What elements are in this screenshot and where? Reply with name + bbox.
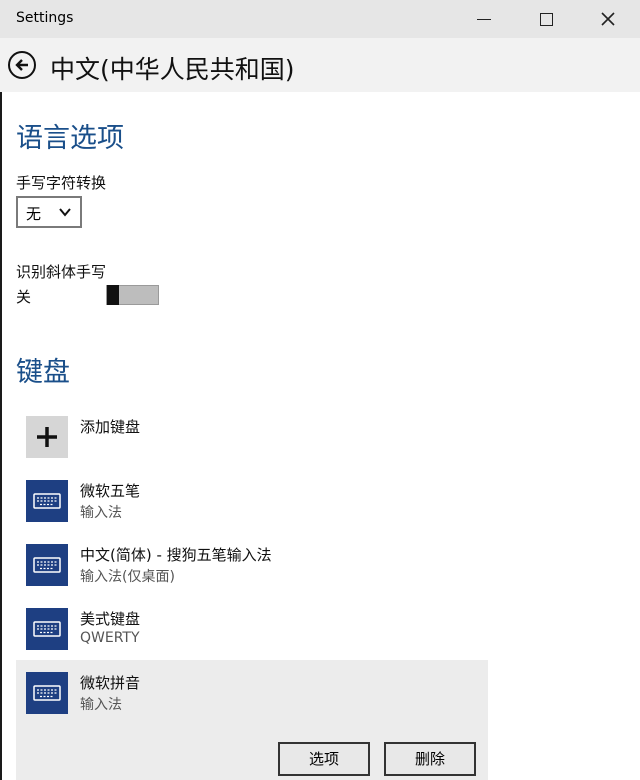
- keyboard-subtitle: QWERTY: [80, 630, 140, 646]
- language-options-heading: 语言选项: [16, 123, 124, 154]
- page-header: 中文(中华人民共和国): [0, 38, 640, 92]
- keyboards-heading: 键盘: [16, 357, 70, 388]
- plus-icon: [37, 427, 57, 447]
- keyboard-subtitle: 输入法(仅桌面): [80, 569, 175, 585]
- keyboard-name: 微软五笔: [80, 482, 141, 500]
- dropdown-selected-value: 无: [26, 205, 42, 223]
- settings-content[interactable]: 语言选项 手写字符转换 无 识别斜体手写 关 键盘 添加键盘 微软五笔 输入法: [0, 92, 640, 780]
- minimize-button[interactable]: [454, 0, 514, 38]
- keyboard-subtitle: 输入法: [80, 697, 122, 713]
- close-button[interactable]: [578, 0, 638, 38]
- keyboard-icon: [33, 557, 61, 573]
- keyboard-name: 美式键盘: [80, 610, 141, 628]
- keyboard-icon: [33, 685, 61, 701]
- keyboard-tile: [26, 608, 68, 650]
- keyboard-item-pinyin[interactable]: 微软拼音 输入法 选项 删除: [16, 660, 488, 780]
- keyboard-tile: [26, 480, 68, 522]
- remove-button[interactable]: 删除: [384, 742, 476, 776]
- keyboard-icon: [33, 493, 61, 509]
- maximize-button[interactable]: [516, 0, 576, 38]
- page-title: 中文(中华人民共和国): [50, 55, 295, 84]
- add-keyboard-label: 添加键盘: [80, 418, 141, 436]
- handwriting-conversion-dropdown[interactable]: 无: [16, 196, 82, 228]
- toggle-state-label: 关: [16, 288, 32, 306]
- keyboard-subtitle: 输入法: [80, 505, 122, 521]
- toggle-knob: [107, 285, 119, 305]
- add-keyboard-button[interactable]: 添加键盘: [16, 408, 488, 470]
- add-tile: [26, 416, 68, 458]
- keyboard-item-us[interactable]: 美式键盘 QWERTY: [16, 600, 488, 662]
- keyboard-item-sogou[interactable]: 中文(简体) - 搜狗五笔输入法 输入法(仅桌面): [16, 536, 488, 598]
- window-title: Settings: [16, 10, 74, 26]
- keyboard-name: 微软拼音: [80, 674, 141, 692]
- options-button[interactable]: 选项: [278, 742, 370, 776]
- italic-handwriting-label: 识别斜体手写: [16, 263, 107, 281]
- handwriting-conversion-label: 手写字符转换: [16, 174, 107, 192]
- chevron-down-icon: [59, 208, 71, 217]
- keyboard-name: 中文(简体) - 搜狗五笔输入法: [80, 546, 272, 564]
- minimize-icon: [477, 18, 491, 20]
- maximize-icon: [539, 12, 553, 26]
- keyboard-icon: [33, 621, 61, 637]
- italic-handwriting-toggle[interactable]: [106, 285, 159, 305]
- keyboard-tile: [26, 544, 68, 586]
- close-icon: [601, 12, 615, 26]
- keyboard-item-wubi[interactable]: 微软五笔 输入法: [16, 472, 488, 534]
- title-bar: Settings: [0, 0, 640, 38]
- back-arrow-icon: [15, 59, 28, 71]
- back-button[interactable]: [8, 51, 36, 79]
- keyboard-tile: [26, 672, 68, 714]
